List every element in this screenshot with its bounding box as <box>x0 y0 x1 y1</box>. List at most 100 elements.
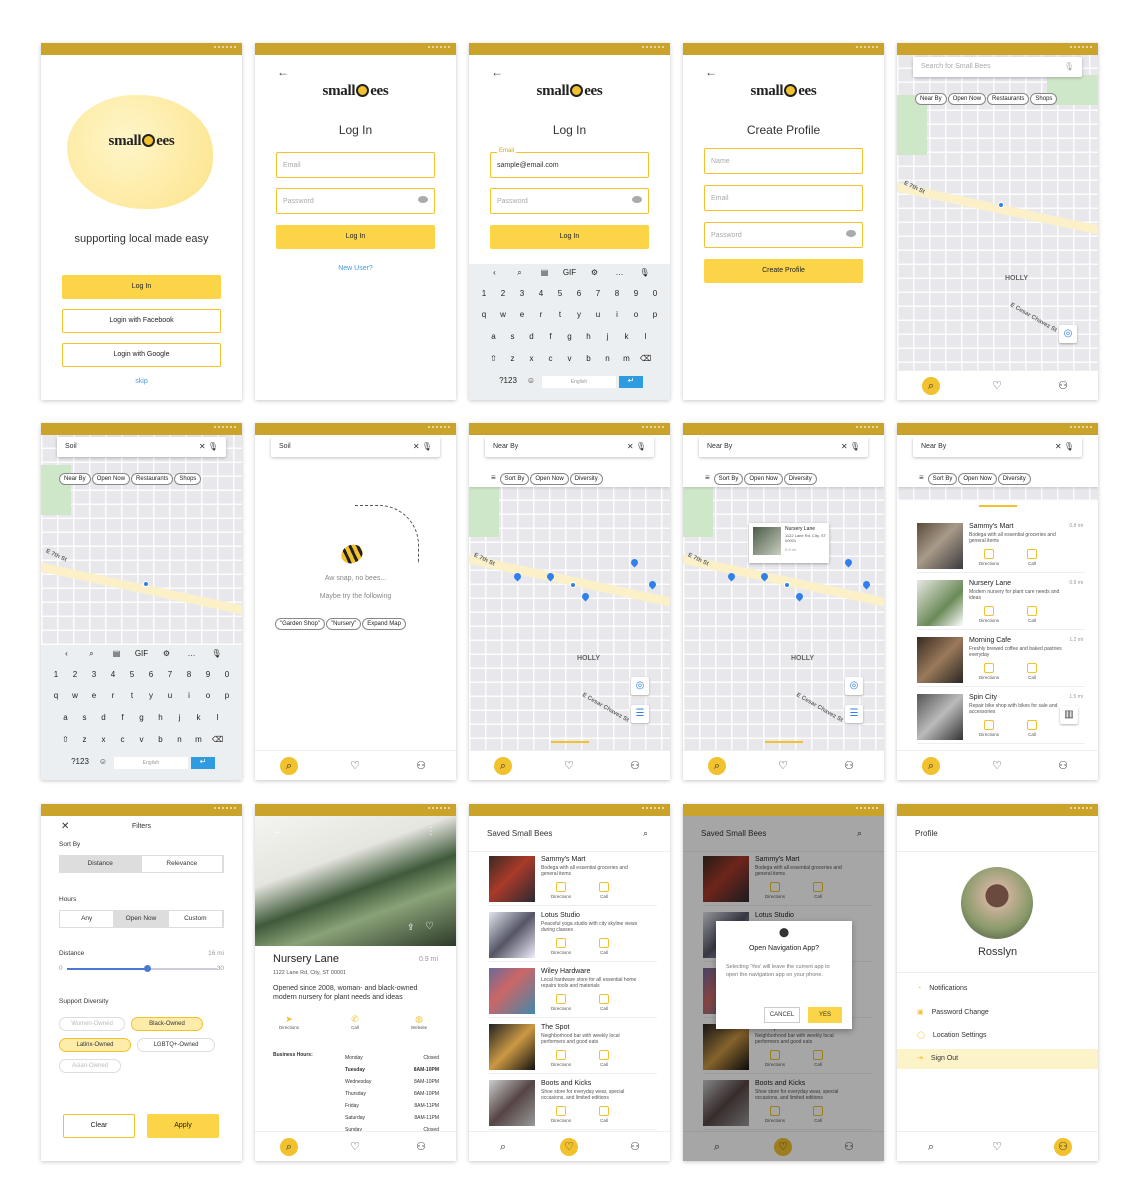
space-key[interactable]: English <box>542 376 616 388</box>
eye-icon[interactable] <box>846 230 856 237</box>
list-item[interactable]: Sammy's Mart Bodega with all essential gr… <box>489 854 657 906</box>
directions-button[interactable]: Directions <box>979 663 999 680</box>
pill-lgbtq-owned[interactable]: LGBTQ+-Owned <box>137 1038 215 1052</box>
hours-custom[interactable]: Custom <box>169 911 223 927</box>
enter-key[interactable]: ↵ <box>191 757 215 769</box>
call-button[interactable]: Call <box>599 882 609 899</box>
chip-open-now[interactable]: Open Now <box>530 473 569 485</box>
pill-women-owned[interactable]: Women-Owned <box>59 1017 125 1031</box>
key-n[interactable]: n <box>172 735 188 744</box>
menu-password-change[interactable]: ▣ Password Change <box>897 1003 1098 1023</box>
directions-button[interactable]: ➤ Directions <box>275 1014 303 1030</box>
key-8[interactable]: 8 <box>609 289 625 298</box>
call-button[interactable]: Call <box>599 1050 609 1067</box>
key-0[interactable]: 0 <box>647 289 663 298</box>
map-view-icon[interactable]: ▥ <box>1060 706 1078 724</box>
key-8[interactable]: 8 <box>181 670 197 679</box>
key-o[interactable]: o <box>628 310 644 319</box>
clear-mic-icon[interactable]: ✕ 🎙 <box>199 442 218 451</box>
key-r[interactable]: r <box>533 310 549 319</box>
key-4[interactable]: 4 <box>533 289 549 298</box>
pill-latinx-owned[interactable]: Latinx-Owned <box>59 1038 131 1052</box>
call-button[interactable]: Call <box>1027 663 1037 680</box>
email-field[interactable]: Email <box>704 185 863 211</box>
chip-restaurants[interactable]: Restaurants <box>131 473 174 485</box>
suggest-expand-map[interactable]: Expand Map <box>362 618 406 630</box>
toolbar-icon[interactable]: ▤ <box>534 268 556 278</box>
clear-mic-icon[interactable]: ✕ 🎙 <box>627 442 646 451</box>
login-button[interactable]: Log In <box>62 275 221 299</box>
toolbar-icon[interactable]: ⚙ <box>156 649 178 659</box>
key-w[interactable]: w <box>495 310 511 319</box>
chip-open-now[interactable]: Open Now <box>958 473 997 485</box>
numbers-key[interactable]: ?123 <box>496 376 520 388</box>
place-popup[interactable]: Nursery Lane 1122 Lane Rd, City, ST 0000… <box>749 523 829 563</box>
key-d[interactable]: d <box>524 332 540 341</box>
shift-key[interactable]: ⇧ <box>486 354 502 363</box>
profile-icon[interactable]: ⚇ <box>1054 377 1072 395</box>
list-item[interactable]: Morning Cafe Freshly brewed coffee and ba… <box>917 635 1085 687</box>
key-9[interactable]: 9 <box>628 289 644 298</box>
login-button[interactable]: Log In <box>276 225 435 249</box>
emoji-icon[interactable]: ☺ <box>95 757 111 769</box>
numbers-key[interactable]: ?123 <box>68 757 92 769</box>
search-icon[interactable]: ⌕ <box>494 757 512 775</box>
key-y[interactable]: y <box>571 310 587 319</box>
heart-icon[interactable]: ♡ <box>988 1138 1006 1156</box>
key-f[interactable]: f <box>115 713 131 722</box>
search-icon[interactable]: ⌕ <box>922 757 940 775</box>
heart-icon[interactable]: ♡ <box>774 757 792 775</box>
chip-open-now[interactable]: Open Now <box>744 473 783 485</box>
call-button[interactable]: Call <box>1027 720 1037 737</box>
list-view-icon[interactable]: ☰ <box>631 705 649 723</box>
key-2[interactable]: 2 <box>67 670 83 679</box>
heart-icon[interactable]: ♡ <box>560 1138 578 1156</box>
menu-notifications[interactable]: ◔ Notifications <box>897 980 1098 1000</box>
avatar[interactable] <box>961 867 1033 939</box>
space-key[interactable]: English <box>114 757 188 769</box>
key-p[interactable]: p <box>647 310 663 319</box>
heart-icon[interactable]: ♡ <box>425 921 434 932</box>
chip-open-now[interactable]: Open Now <box>91 473 131 485</box>
password-field[interactable]: Password <box>704 222 863 248</box>
list-item[interactable]: Boots and Kicks Shoe store for everyday w… <box>489 1078 657 1130</box>
drag-handle[interactable] <box>765 741 803 743</box>
chip-sort-by[interactable]: Sort By <box>713 473 744 485</box>
key-k[interactable]: k <box>619 332 635 341</box>
search-input[interactable]: Near By ✕ 🎙 <box>913 437 1082 457</box>
key-e[interactable]: e <box>86 691 102 700</box>
clear-mic-icon[interactable]: ✕ 🎙 <box>1055 442 1074 451</box>
search-icon[interactable]: ⌕ <box>643 828 648 839</box>
profile-icon[interactable]: ⚇ <box>626 1138 644 1156</box>
toolbar-icon[interactable]: ▤ <box>106 649 128 659</box>
key-b[interactable]: b <box>153 735 169 744</box>
key-7[interactable]: 7 <box>590 289 606 298</box>
key-i[interactable]: i <box>181 691 197 700</box>
eye-icon[interactable] <box>632 196 642 203</box>
key-k[interactable]: k <box>191 713 207 722</box>
backspace-key[interactable]: ⌫ <box>210 735 226 744</box>
back-arrow-icon[interactable]: ← <box>273 826 283 837</box>
key-c[interactable]: c <box>115 735 131 744</box>
hours-open-now[interactable]: Open Now <box>114 911 169 927</box>
new-user-link[interactable]: New User? <box>255 265 456 272</box>
key-x[interactable]: x <box>524 354 540 363</box>
chip-sort-by[interactable]: Sort By <box>927 473 958 485</box>
profile-icon[interactable]: ⚇ <box>840 757 858 775</box>
key-4[interactable]: 4 <box>105 670 121 679</box>
heart-icon[interactable]: ♡ <box>346 757 364 775</box>
key-3[interactable]: 3 <box>86 670 102 679</box>
search-input[interactable]: Near By ✕ 🎙 <box>485 437 654 457</box>
call-button[interactable]: ✆ Call <box>341 1014 369 1030</box>
search-icon[interactable]: ⌕ <box>922 1138 940 1156</box>
list-item[interactable]: Nursery Lane Modern nursery for plant car… <box>917 578 1085 630</box>
sort-relevance[interactable]: Relevance <box>142 856 223 872</box>
chip-diversity[interactable]: Diversity <box>783 473 817 485</box>
back-arrow-icon[interactable]: ← <box>277 65 289 79</box>
search-icon[interactable]: ⌕ <box>922 377 940 395</box>
call-button[interactable]: Call <box>1027 549 1037 566</box>
key-5[interactable]: 5 <box>552 289 568 298</box>
key-h[interactable]: h <box>153 713 169 722</box>
key-9[interactable]: 9 <box>200 670 216 679</box>
search-icon[interactable]: ⌕ <box>280 1138 298 1156</box>
